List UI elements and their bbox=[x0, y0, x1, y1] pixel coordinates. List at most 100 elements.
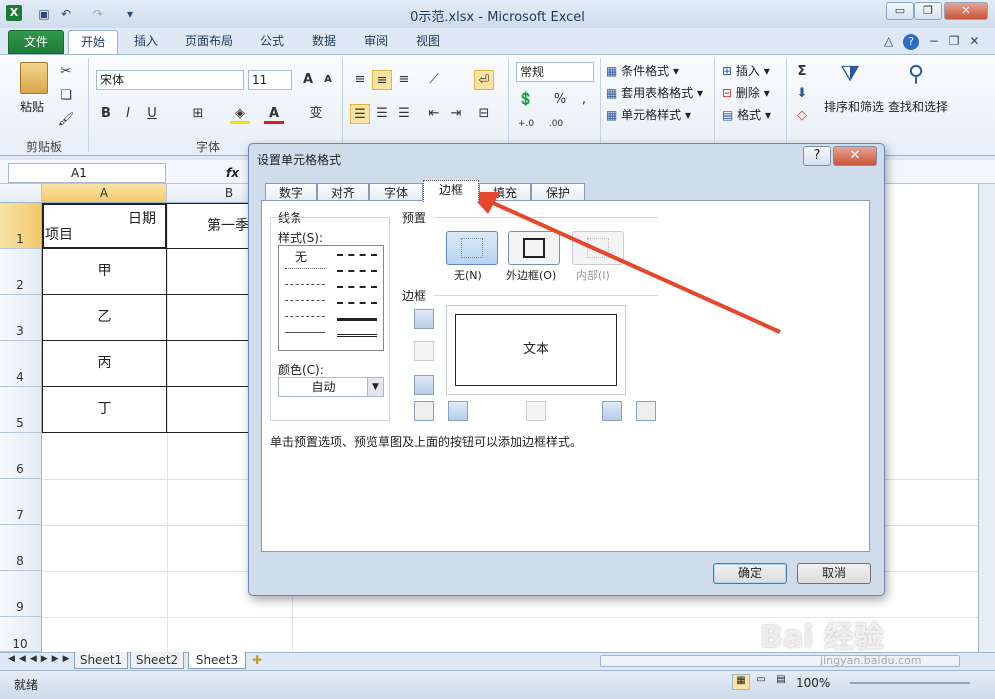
line-style-sample[interactable] bbox=[337, 318, 377, 321]
tab-review[interactable]: 审阅 bbox=[354, 30, 398, 54]
tab-home[interactable]: 开始 bbox=[68, 30, 118, 54]
grow-font-icon[interactable]: A bbox=[298, 70, 318, 90]
border-right-button[interactable] bbox=[602, 401, 622, 421]
copy-icon[interactable]: ❏ bbox=[56, 86, 76, 106]
border-diagonal-up-button[interactable] bbox=[414, 401, 434, 421]
insert-sheet-icon[interactable]: ✚ bbox=[252, 653, 262, 667]
line-style-list[interactable]: 无 bbox=[278, 245, 384, 351]
page-layout-view-icon[interactable]: ▭ bbox=[752, 674, 770, 690]
insert-cells-button[interactable]: ⊞ 插入 ▾ bbox=[722, 62, 770, 79]
border-diagonal-down-button[interactable] bbox=[636, 401, 656, 421]
conditional-format-button[interactable]: ▦ 条件格式 ▾ bbox=[606, 62, 679, 79]
tab-view[interactable]: 视图 bbox=[406, 30, 450, 54]
sort-filter-button[interactable]: 排序和筛选 bbox=[824, 98, 884, 115]
normal-view-icon[interactable]: ▦ bbox=[732, 674, 750, 690]
preset-outline-button[interactable] bbox=[508, 231, 560, 265]
paste-icon[interactable] bbox=[20, 62, 48, 94]
zoom-level[interactable]: 100% bbox=[796, 676, 830, 690]
select-all-corner[interactable] bbox=[0, 184, 42, 203]
format-cells-button[interactable]: ▤ 格式 ▾ bbox=[722, 106, 771, 123]
italic-button[interactable]: I bbox=[118, 104, 138, 124]
dialog-help-button[interactable]: ? bbox=[803, 146, 831, 166]
delete-cells-button[interactable]: ⊟ 删除 ▾ bbox=[722, 84, 770, 101]
line-style-sample[interactable] bbox=[337, 334, 377, 337]
fill-color-icon[interactable]: ◈ bbox=[230, 104, 250, 124]
row-header-7[interactable]: 7 bbox=[0, 479, 42, 525]
wb-minimize-icon[interactable]: − bbox=[929, 34, 939, 48]
format-painter-icon[interactable]: 🖌 bbox=[56, 110, 76, 130]
autosum-button[interactable]: Σ bbox=[792, 62, 812, 82]
cell-a3[interactable]: 乙 bbox=[42, 295, 167, 341]
font-name-select[interactable]: 宋体 bbox=[96, 70, 244, 90]
font-color-icon[interactable]: A bbox=[264, 104, 284, 124]
collapse-ribbon-icon[interactable]: △ bbox=[884, 34, 893, 48]
sheet-tab-3[interactable]: Sheet3 bbox=[188, 652, 246, 669]
tab-page-layout[interactable]: 页面布局 bbox=[176, 30, 242, 54]
font-size-select[interactable]: 11 bbox=[248, 70, 292, 90]
cut-icon[interactable]: ✂ bbox=[56, 62, 76, 82]
align-top-icon[interactable]: ≡ bbox=[350, 70, 370, 90]
bold-button[interactable]: B bbox=[96, 104, 116, 124]
preset-inside-button[interactable] bbox=[572, 231, 624, 265]
line-style-sample[interactable] bbox=[285, 268, 325, 269]
restore-button[interactable]: ❐ bbox=[914, 2, 942, 20]
wb-close-icon[interactable]: ✕ bbox=[969, 34, 979, 48]
decrease-decimal-icon[interactable]: .00 bbox=[546, 114, 566, 134]
increase-indent-icon[interactable]: ⇥ bbox=[446, 104, 466, 124]
tab-file[interactable]: 文件 bbox=[8, 30, 64, 54]
zoom-slider[interactable] bbox=[850, 682, 970, 684]
vertical-scrollbar[interactable] bbox=[978, 184, 995, 652]
ok-button[interactable]: 确定 bbox=[713, 563, 787, 584]
line-style-sample[interactable] bbox=[285, 284, 325, 285]
cell-a5[interactable]: 丁 bbox=[42, 387, 167, 433]
tab-border[interactable]: 边框 bbox=[423, 180, 479, 202]
percent-button[interactable]: % bbox=[550, 90, 570, 110]
tab-data[interactable]: 数据 bbox=[302, 30, 346, 54]
page-break-view-icon[interactable]: ▤ bbox=[772, 674, 790, 690]
line-style-sample[interactable] bbox=[285, 332, 325, 333]
format-as-table-button[interactable]: ▦ 套用表格格式 ▾ bbox=[606, 84, 703, 101]
minimize-button[interactable]: ▭ bbox=[886, 2, 914, 20]
shrink-font-icon[interactable]: A bbox=[318, 70, 338, 90]
border-preview[interactable]: 文本 bbox=[446, 305, 626, 395]
tab-formulas[interactable]: 公式 bbox=[250, 30, 294, 54]
column-header-a[interactable]: A bbox=[42, 184, 167, 203]
underline-button[interactable]: U bbox=[142, 104, 162, 124]
clear-icon[interactable]: ◇ bbox=[792, 106, 812, 126]
row-header-6[interactable]: 6 bbox=[0, 433, 42, 479]
align-center-icon[interactable]: ☰ bbox=[372, 104, 392, 124]
border-top-button[interactable] bbox=[414, 309, 434, 329]
cancel-button[interactable]: 取消 bbox=[797, 563, 871, 584]
dialog-close-button[interactable]: ✕ bbox=[833, 146, 877, 166]
merge-center-icon[interactable]: ⊟ bbox=[474, 104, 494, 124]
cell-a1[interactable]: 日期 项目 bbox=[42, 203, 167, 249]
wrap-text-icon[interactable]: ⏎ bbox=[474, 70, 494, 90]
paste-button[interactable]: 粘贴 bbox=[20, 98, 44, 115]
help-icon[interactable]: ? bbox=[903, 34, 920, 50]
align-bottom-icon[interactable]: ≡ bbox=[394, 70, 414, 90]
orientation-icon[interactable]: ⟋ bbox=[424, 70, 444, 90]
currency-icon[interactable]: 💲 bbox=[516, 90, 536, 110]
cell-a4[interactable]: 丙 bbox=[42, 341, 167, 387]
line-style-sample[interactable] bbox=[337, 270, 377, 272]
row-header-3[interactable]: 3 bbox=[0, 295, 42, 341]
cell-a2[interactable]: 甲 bbox=[42, 249, 167, 295]
row-header-4[interactable]: 4 bbox=[0, 341, 42, 387]
line-style-sample[interactable] bbox=[285, 316, 325, 317]
line-style-none[interactable]: 无 bbox=[295, 248, 307, 265]
row-header-10[interactable]: 10 bbox=[0, 617, 42, 652]
fill-icon[interactable]: ⬇ bbox=[792, 84, 812, 104]
border-inside-horizontal-button[interactable] bbox=[414, 341, 434, 361]
row-header-1[interactable]: 1 bbox=[0, 203, 42, 249]
line-style-sample[interactable] bbox=[337, 302, 377, 304]
borders-icon[interactable]: ⊞ bbox=[188, 104, 208, 124]
fx-icon[interactable]: fx bbox=[226, 166, 239, 180]
comma-button[interactable]: , bbox=[574, 90, 594, 110]
sort-filter-icon[interactable]: ⧩ bbox=[836, 62, 864, 92]
align-left-icon[interactable]: ☰ bbox=[350, 104, 370, 124]
preset-none-button[interactable] bbox=[446, 231, 498, 265]
number-format-select[interactable]: 常规 bbox=[516, 62, 594, 82]
increase-decimal-icon[interactable]: +.0 bbox=[516, 114, 536, 134]
wb-restore-icon[interactable]: ❐ bbox=[949, 34, 960, 48]
close-button[interactable]: ✕ bbox=[944, 2, 988, 20]
